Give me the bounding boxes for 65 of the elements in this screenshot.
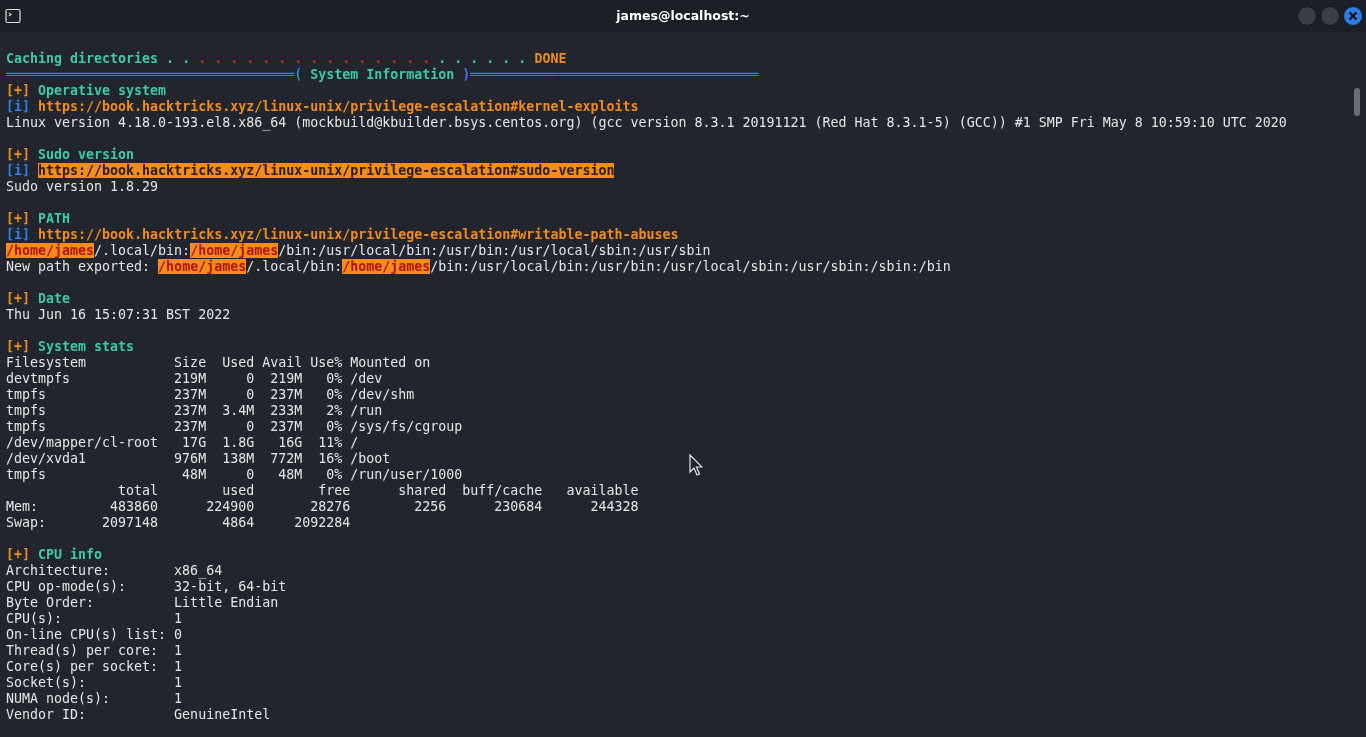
output-text: NUMA node(s): 1 bbox=[6, 691, 183, 706]
info-marker: [i] bbox=[6, 227, 31, 242]
banner-rule: )════════════════════════════════════ bbox=[462, 67, 759, 82]
output-text: /bin:/usr/local/bin:/usr/bin:/usr/local/sbin:/usr/sbin bbox=[278, 243, 711, 258]
output-text: CPU op-mode(s): 32-bit, 64-bit bbox=[6, 579, 287, 594]
output-text: Swap: 2097148 4864 2092284 bbox=[6, 515, 351, 530]
highlighted-path: /home/james bbox=[6, 243, 95, 258]
output-text: /dev/xvda1 976M 138M 772M 16% /boot bbox=[6, 451, 391, 466]
output-text: Filesystem Size Used Avail Use% Mounted on bbox=[6, 355, 431, 370]
section-marker: [+] bbox=[6, 339, 31, 354]
progress-dots: . . . . . . . . . . . . . . . bbox=[197, 51, 431, 66]
output-text: Core(s) per socket: 1 bbox=[6, 659, 183, 674]
output-text: Linux version 4.18.0-193.el8.x86_64 (mockbuild@kbuilder.bsys.centos.org) (gcc version 8.3.1 20191121 (Red Hat 8.3.1-5) (GCC)) #1 SMP Fri May 8 10:59:10 UTC 2020 bbox=[6, 115, 1287, 130]
output-text: total used free shared buff/cache available bbox=[117, 483, 639, 498]
output-text: tmpfs 48M 0 48M 0% /run/user/1000 bbox=[6, 467, 463, 482]
section-marker: [+] bbox=[6, 291, 31, 306]
section-heading: System Information bbox=[309, 67, 456, 82]
scrollbar-thumb[interactable] bbox=[1354, 88, 1360, 116]
info-marker: [i] bbox=[6, 99, 31, 114]
section-marker: [+] bbox=[6, 83, 31, 98]
output-text: Thread(s) per core: 1 bbox=[6, 643, 183, 658]
progress-dots: . . bbox=[165, 51, 191, 66]
output-text: CPU(s): 1 bbox=[6, 611, 183, 626]
section-marker: [+] bbox=[6, 147, 31, 162]
output-text: Socket(s): 1 bbox=[6, 675, 183, 690]
banner-rule: ════════════════════════════════════( bbox=[6, 67, 303, 82]
terminal-icon bbox=[5, 8, 21, 24]
section-heading: Date bbox=[37, 291, 71, 306]
highlighted-path: /home/james bbox=[190, 243, 279, 258]
output-text: tmpfs 237M 0 237M 0% /dev/shm bbox=[6, 387, 415, 402]
mouse-pointer-icon bbox=[689, 454, 703, 476]
link-text: https://book.hacktricks.xyz/linux-unix/privilege-escalation#writable-path-abuses bbox=[37, 227, 679, 242]
output-text: Byte Order: Little Endian bbox=[6, 595, 279, 610]
output-text: /dev/mapper/cl-root 17G 1.8G 16G 11% / bbox=[6, 435, 359, 450]
section-heading: System stats bbox=[37, 339, 135, 354]
output-text: tmpfs 237M 3.4M 233M 2% /run bbox=[6, 403, 383, 418]
section-heading: CPU info bbox=[37, 547, 103, 562]
link-text: DONE bbox=[533, 51, 567, 66]
section-marker: [+] bbox=[6, 547, 31, 562]
minimize-button[interactable] bbox=[1297, 6, 1317, 26]
info-marker: [i] bbox=[6, 163, 32, 178]
output-text: /bin:/usr/local/bin:/usr/bin:/usr/local/sbin:/usr/sbin:/sbin:/bin bbox=[430, 259, 951, 274]
close-icon bbox=[1348, 11, 1358, 21]
output-text: tmpfs 237M 0 237M 0% /sys/fs/cgroup bbox=[6, 419, 463, 434]
output-text: /.local/bin: bbox=[246, 259, 343, 274]
section-heading: PATH bbox=[37, 211, 71, 226]
output-text: New path exported: bbox=[6, 259, 152, 274]
output-text: devtmpfs 219M 0 219M 0% /dev bbox=[6, 371, 383, 386]
highlighted-path: /home/james bbox=[158, 259, 247, 274]
progress-dots: . . . . . . bbox=[437, 51, 527, 66]
output-text: Thu Jun 16 15:07:31 BST 2022 bbox=[6, 307, 231, 322]
section-heading: Caching directories bbox=[6, 51, 159, 66]
output-text: Sudo version 1.8.29 bbox=[6, 179, 159, 194]
section-marker: [+] bbox=[6, 211, 31, 226]
section-heading: Operative system bbox=[37, 83, 167, 98]
section-heading: Sudo version bbox=[37, 147, 135, 162]
output-text: /.local/bin: bbox=[94, 243, 191, 258]
close-button[interactable] bbox=[1343, 6, 1363, 26]
output-text: Architecture: x86_64 bbox=[6, 563, 223, 578]
output-text: Mem: 483860 224900 28276 2256 230684 244328 bbox=[6, 499, 639, 514]
output-text: Vendor ID: GenuineIntel bbox=[6, 707, 271, 722]
output-text: On-line CPU(s) list: 0 bbox=[6, 627, 183, 642]
window-title: james@localhost:~ bbox=[616, 8, 750, 23]
link-text: https://book.hacktricks.xyz/linux-unix/privilege-escalation#kernel-exploits bbox=[37, 99, 639, 114]
highlighted-path: /home/james bbox=[342, 259, 431, 274]
